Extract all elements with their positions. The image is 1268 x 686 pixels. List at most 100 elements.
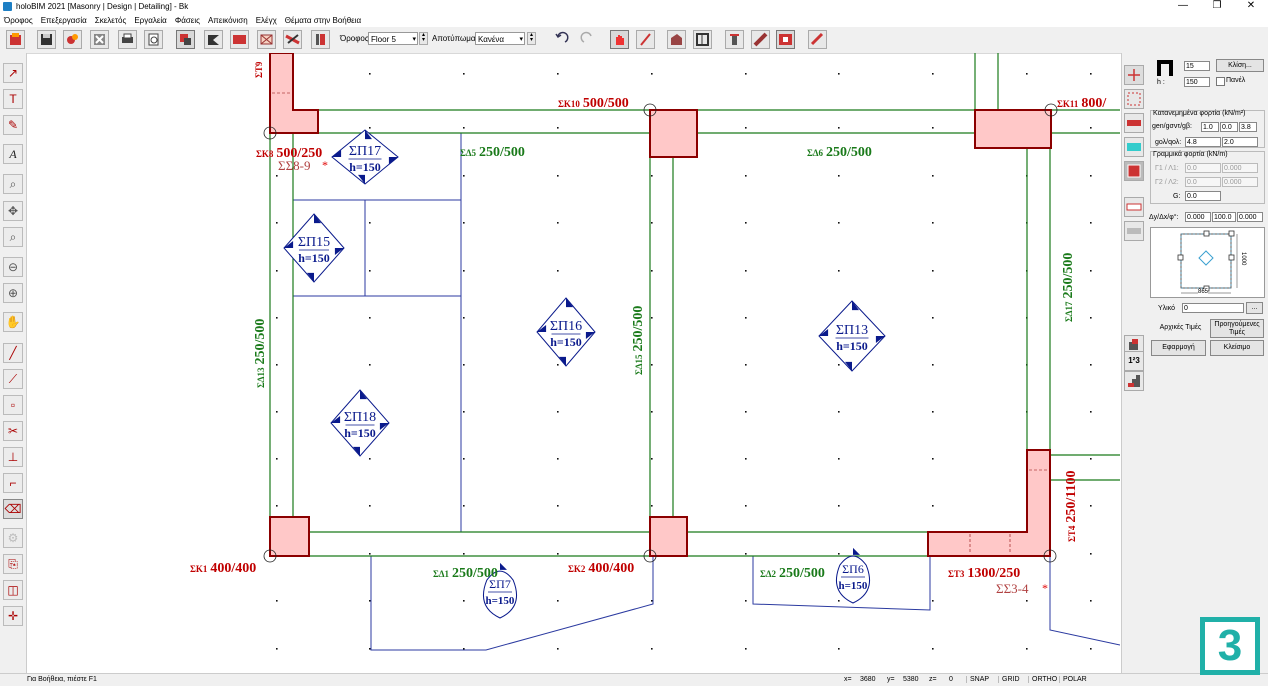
fillet-tool-icon[interactable]: ⌐ <box>3 473 23 493</box>
footprint-spinner[interactable]: ▴ ▾ <box>527 32 536 45</box>
mirror-tool-icon[interactable]: ◫ <box>3 580 23 600</box>
column-icon[interactable] <box>725 30 744 49</box>
delete-icon[interactable] <box>90 30 109 49</box>
close-button[interactable]: Κλείσιμο <box>1210 340 1264 356</box>
undo-icon[interactable] <box>553 30 572 49</box>
pencil-icon[interactable] <box>636 30 655 49</box>
numbering-icon[interactable]: 1²3 <box>1124 351 1144 371</box>
building-icon[interactable] <box>667 30 686 49</box>
material-browse-button[interactable]: ... <box>1246 302 1263 314</box>
drawing-canvas[interactable]: ΣΠ17 h=150 ΣΠ15 h=150 ΣΠ16 h=150 ΣΠ13 h=150 ΣΠ18… <box>27 52 1121 673</box>
polyline-tool-icon[interactable]: ⟋ <box>3 369 23 389</box>
gen-field-2[interactable]: 0.0 <box>1220 122 1238 132</box>
l2-field[interactable]: 0.000 <box>1222 177 1258 187</box>
rectangle-tool-icon[interactable]: ▫ <box>3 395 23 415</box>
trim-tool-icon[interactable]: ✂ <box>3 421 23 441</box>
cut-tool-icon[interactable] <box>283 30 302 49</box>
pan-icon[interactable]: ✋ <box>3 312 23 332</box>
floor-select[interactable]: Floor 5 ▾ <box>368 32 418 45</box>
structure-icon[interactable] <box>693 30 712 49</box>
width-field[interactable]: 15 <box>1184 61 1210 71</box>
polar-toggle[interactable]: POLAR <box>1059 676 1087 683</box>
slab-preview[interactable]: 1000 865 <box>1150 227 1265 298</box>
gen-field-1[interactable]: 1.0 <box>1201 122 1219 132</box>
menu-tools[interactable]: Εργαλεία <box>130 16 170 25</box>
erase-tool-icon[interactable]: ⌫ <box>3 499 23 519</box>
new-file-icon[interactable] <box>6 30 25 49</box>
hatch-icon[interactable] <box>1124 113 1144 133</box>
print-icon[interactable] <box>118 30 137 49</box>
beam-tool-icon[interactable] <box>204 30 223 49</box>
draw-text-icon[interactable]: T <box>3 89 23 109</box>
zoom-out-icon[interactable]: ⊖ <box>3 257 23 277</box>
pan-hand-icon[interactable] <box>610 30 629 49</box>
save-icon[interactable] <box>37 30 56 49</box>
g-field[interactable]: 0.0 <box>1185 191 1221 201</box>
close-window-button[interactable]: ✕ <box>1234 0 1268 12</box>
menu-skeleton[interactable]: Σκελετός <box>91 16 131 25</box>
floor-spinner[interactable]: ▴ ▾ <box>419 32 428 45</box>
g2-field[interactable]: 0.0 <box>1185 177 1221 187</box>
q-total-field[interactable]: 2.0 <box>1222 137 1258 147</box>
offset-angle-field[interactable]: 0.000 <box>1237 212 1263 222</box>
apply-button[interactable]: Εφαρμογή <box>1151 340 1206 356</box>
edit-icon[interactable]: ✎ <box>3 115 23 135</box>
zoom-window-icon[interactable]: ⌕ <box>3 174 23 194</box>
footprint-select[interactable]: Κανένα ▾ <box>475 32 525 45</box>
stairs-icon[interactable] <box>1124 371 1144 391</box>
grid-toggle[interactable]: GRID <box>998 676 1020 683</box>
menu-edit[interactable]: Επεξεργασία <box>37 16 91 25</box>
redo-icon[interactable] <box>579 30 598 49</box>
ribbed-slab-icon[interactable] <box>1124 197 1144 217</box>
slab-symbol[interactable]: ΣΠ17h=150 <box>331 129 399 185</box>
opening-icon[interactable] <box>776 30 795 49</box>
slab-tool-icon[interactable] <box>257 30 276 49</box>
h-field[interactable]: 150 <box>1184 77 1210 87</box>
minimize-button[interactable]: — <box>1166 0 1200 12</box>
previous-values-button[interactable]: Προηγούμενες Τιμές <box>1210 319 1264 338</box>
slab-symbol[interactable]: ΣΠ18h=150 <box>330 389 390 457</box>
annotation-text-icon[interactable]: A <box>3 144 23 164</box>
scale-tool-icon[interactable] <box>230 30 249 49</box>
zoom-center-icon[interactable]: ✥ <box>3 201 23 221</box>
panel-checkbox[interactable] <box>1216 77 1225 86</box>
properties-icon[interactable] <box>63 30 82 49</box>
menu-phases[interactable]: Φάσεις <box>171 16 204 25</box>
draw-line-icon[interactable]: ↗ <box>3 63 23 83</box>
gen-field-3[interactable]: 3.8 <box>1239 122 1257 132</box>
zoom-in-icon[interactable]: ⊕ <box>3 283 23 303</box>
menu-checks[interactable]: Ελέγχ <box>252 16 281 25</box>
offset-dx-field[interactable]: 100.0 <box>1212 212 1236 222</box>
menu-floor[interactable]: Όροφος <box>0 16 37 25</box>
menu-view[interactable]: Απεικόνιση <box>204 16 252 25</box>
maximize-button[interactable]: ❐ <box>1200 0 1234 12</box>
menu-help[interactable]: Θέματα στην Βοήθεια <box>281 16 365 25</box>
g1-field[interactable]: 0.0 <box>1185 163 1221 173</box>
select-element-icon[interactable] <box>176 30 195 49</box>
slab-panel-icon[interactable] <box>1124 161 1144 181</box>
l1-field[interactable]: 0.000 <box>1222 163 1258 173</box>
snap-toggle[interactable]: SNAP <box>966 676 989 683</box>
initial-values-button[interactable]: Αρχικές Τιμές <box>1153 319 1208 336</box>
ortho-toggle[interactable]: ORTHO <box>1028 676 1057 683</box>
zoom-extents-icon[interactable]: ⌕ <box>3 227 23 247</box>
measure-icon[interactable] <box>808 30 827 49</box>
wall-icon[interactable] <box>751 30 770 49</box>
move-tool-icon[interactable]: ✛ <box>3 606 23 626</box>
slope-button[interactable]: Κλίση... <box>1216 59 1264 72</box>
composite-slab-icon[interactable] <box>1124 221 1144 241</box>
add-point-icon[interactable] <box>1124 65 1144 85</box>
line-tool-icon[interactable]: ╱ <box>3 343 23 363</box>
extend-tool-icon[interactable]: ⊥ <box>3 447 23 467</box>
slab-symbol[interactable]: ΣΠ13h=150 <box>818 300 886 372</box>
layers-icon[interactable] <box>311 30 330 49</box>
g-total-field[interactable]: 4.8 <box>1185 137 1221 147</box>
material-field[interactable]: 0 <box>1182 303 1244 313</box>
copy-tool-icon[interactable]: ⎘ <box>3 554 23 574</box>
level-icon[interactable] <box>1124 137 1144 157</box>
settings-icon[interactable]: ⚙ <box>3 528 23 548</box>
slab-symbol[interactable]: ΣΠ16h=150 <box>536 297 596 367</box>
offset-dy-field[interactable]: 0.000 <box>1185 212 1211 222</box>
print-preview-icon[interactable] <box>144 30 163 49</box>
grid-points-icon[interactable] <box>1124 89 1144 109</box>
